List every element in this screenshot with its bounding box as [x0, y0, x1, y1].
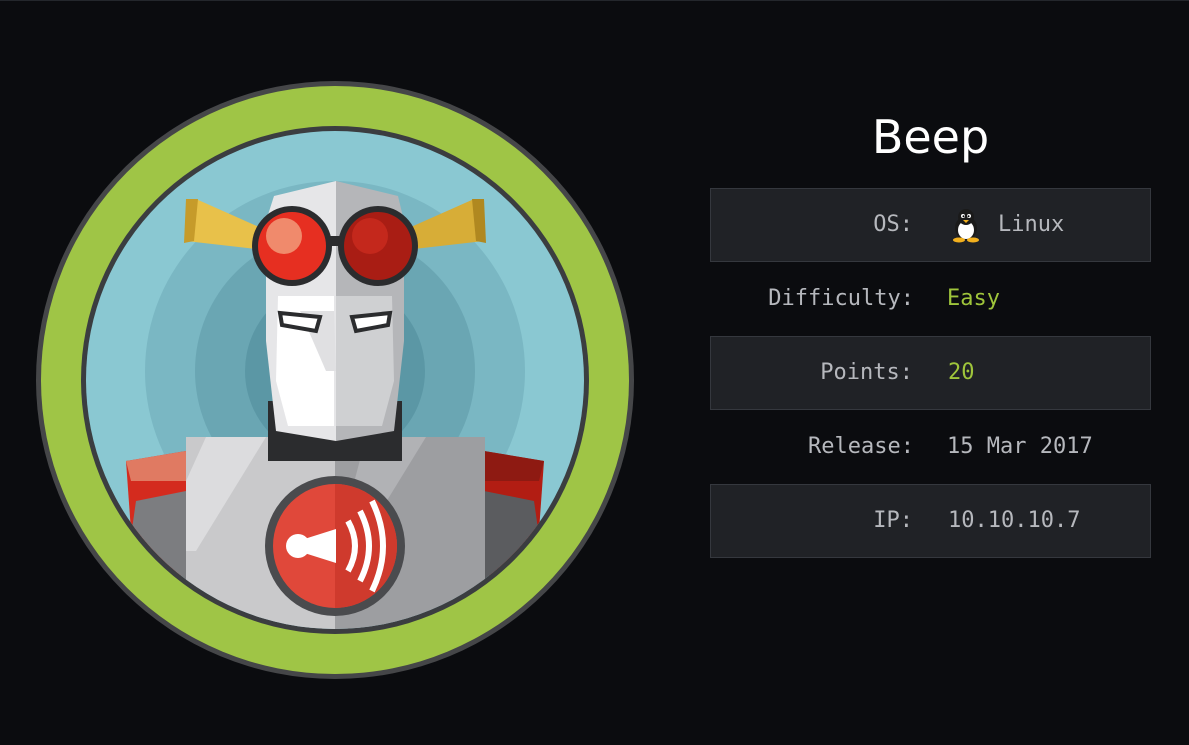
- linux-penguin-icon: [953, 209, 979, 243]
- difficulty-label: Difficulty:: [768, 286, 914, 311]
- points-value: 20: [948, 360, 975, 385]
- os-value: Linux: [998, 212, 1065, 237]
- info-row-release: Release: 15 Mar 2017: [710, 410, 1151, 484]
- ip-label: IP:: [873, 508, 913, 533]
- difficulty-value: Easy: [947, 286, 1000, 311]
- release-value: 15 Mar 2017: [947, 434, 1093, 459]
- machine-name-title: Beep: [871, 110, 990, 164]
- machine-info-table: OS: Linux Difficulty: Easy Points: 20 Re…: [710, 188, 1151, 558]
- os-value-container: Linux: [948, 189, 1064, 261]
- info-row-difficulty: Difficulty: Easy: [710, 262, 1151, 336]
- ip-value: 10.10.10.7: [948, 508, 1081, 533]
- machine-avatar: [36, 81, 634, 679]
- os-label: OS:: [873, 212, 913, 237]
- release-label: Release:: [808, 434, 914, 459]
- machine-info-card: Beep OS: Linux Difficulty: Easy Points: …: [0, 0, 1189, 745]
- info-row-ip: IP: 10.10.10.7: [710, 484, 1151, 558]
- info-row-os: OS: Linux: [710, 188, 1151, 262]
- beep-robot-avatar-icon: [36, 81, 634, 679]
- info-row-points: Points: 20: [710, 336, 1151, 410]
- points-label: Points:: [820, 360, 913, 385]
